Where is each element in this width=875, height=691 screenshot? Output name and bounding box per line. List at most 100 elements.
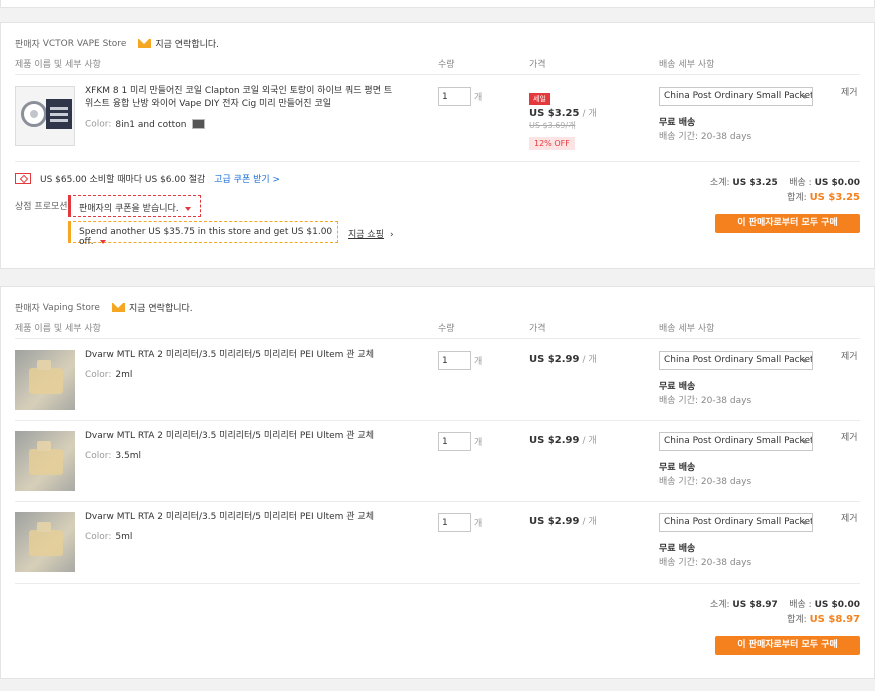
subtotal-row: 소계: US $3.25 배송 : US $0.00 xyxy=(709,178,860,188)
caret-down-icon xyxy=(99,239,106,244)
delivery-time: 배송 기간: 20-38 days xyxy=(659,396,752,406)
product-color: Color: 5ml xyxy=(85,532,133,542)
cart-item: Dvarw MTL RTA 2 미리리터/3.5 미리리터/5 미리리터 PEI… xyxy=(15,421,860,502)
caret-down-icon xyxy=(184,206,191,211)
unit-label: 개 xyxy=(474,357,483,367)
remove-button[interactable]: 제거 xyxy=(841,349,858,362)
chevron-down-icon xyxy=(802,440,808,444)
column-header: 제품 이름 및 세부 사항 수량 가격 배송 세부 사항 xyxy=(15,321,860,339)
previous-store-card xyxy=(0,0,875,8)
col-shipping: 배송 세부 사항 xyxy=(659,60,715,70)
coupon-ticket-icon xyxy=(15,173,31,184)
col-qty: 수량 xyxy=(438,324,455,334)
remove-button[interactable]: 제거 xyxy=(841,430,858,443)
delivery-time: 배송 기간: 20-38 days xyxy=(659,477,752,487)
seller-prefix: 판매자 xyxy=(15,304,40,314)
product-thumbnail[interactable] xyxy=(15,431,75,491)
spend-more-promo-dropdown[interactable]: Spend another US $35.75 in this store an… xyxy=(68,221,338,247)
cart-item: XFKM 8 1 미리 만들어진 코일 Clapton 코일 외국인 토랑이 하… xyxy=(15,76,860,162)
color-swatch-icon xyxy=(192,119,206,129)
product-color: Color: 3.5ml xyxy=(85,451,141,461)
color-value: 2ml xyxy=(115,370,133,380)
unit-price: US $3.25/ 개 xyxy=(529,108,597,119)
delivery-time: 배송 기간: 20-38 days xyxy=(659,558,752,568)
store-header: 판매자 VCTOR VAPE Store 지금 연락합니다. xyxy=(15,37,219,51)
col-qty: 수량 xyxy=(438,60,455,70)
unit-price: US $2.99/ 개 xyxy=(529,354,597,365)
free-shipping-label: 무료 배송 xyxy=(659,463,696,473)
coupon-row: US $65.00 소비할 때마다 US $6.00 절감 고급 쿠폰 받기 > xyxy=(15,172,280,185)
store-promo-label: 상점 프로모션: xyxy=(15,202,71,212)
remove-button[interactable]: 제거 xyxy=(841,85,858,98)
col-product: 제품 이름 및 세부 사항 xyxy=(15,324,101,334)
product-color: Color: 2ml xyxy=(85,370,133,380)
store-card-vaping: 판매자 Vaping Store 지금 연락합니다. 제품 이름 및 세부 사항… xyxy=(0,286,875,679)
color-label: Color: xyxy=(85,119,112,130)
shipping-method-select[interactable]: China Post Ordinary Small Packet xyxy=(659,432,813,451)
mail-icon[interactable] xyxy=(138,39,152,48)
original-price: US $3.69/개 xyxy=(529,121,576,130)
col-price: 가격 xyxy=(529,324,546,334)
chevron-right-icon: › xyxy=(389,230,394,240)
remove-button[interactable]: 제거 xyxy=(841,511,858,524)
total-value: US $8.97 xyxy=(809,614,860,625)
subtotal-value: US $8.97 xyxy=(732,600,778,610)
shop-now-link[interactable]: 지금 쇼핑 › xyxy=(348,227,394,240)
store-name-link[interactable]: Vaping Store xyxy=(43,303,100,313)
product-thumbnail[interactable] xyxy=(15,86,75,146)
shipping-cost-value: US $0.00 xyxy=(814,178,860,188)
contact-seller-link[interactable]: 지금 연락합니다. xyxy=(129,301,193,314)
column-header: 제품 이름 및 세부 사항 수량 가격 배송 세부 사항 xyxy=(15,57,860,75)
shipping-method-select[interactable]: China Post Ordinary Small Packet xyxy=(659,513,813,532)
get-coupon-link[interactable]: 고급 쿠폰 받기 > xyxy=(214,172,280,185)
store-header: 판매자 Vaping Store 지금 연락합니다. xyxy=(15,301,193,315)
color-value: 8in1 and cotton xyxy=(115,119,187,130)
col-shipping: 배송 세부 사항 xyxy=(659,324,715,334)
cart-item: Dvarw MTL RTA 2 미리리터/3.5 미리리터/5 미리리터 PEI… xyxy=(15,340,860,421)
store-card-vctor: 판매자 VCTOR VAPE Store 지금 연락합니다. 제품 이름 및 세… xyxy=(0,22,875,269)
seller-prefix: 판매자 xyxy=(15,40,40,50)
buy-all-from-seller-button[interactable]: 이 판매자로부터 모두 구매 xyxy=(715,214,860,233)
chevron-down-icon xyxy=(802,359,808,363)
product-color: Color: 8in1 and cotton xyxy=(85,119,206,130)
quantity-input[interactable] xyxy=(438,351,471,370)
product-name-link[interactable]: XFKM 8 1 미리 만들어진 코일 Clapton 코일 외국인 토랑이 하… xyxy=(85,85,395,111)
shipping-method-select[interactable]: China Post Ordinary Small Packet xyxy=(659,351,813,370)
unit-price: US $2.99/ 개 xyxy=(529,435,597,446)
color-value: 3.5ml xyxy=(115,451,141,461)
store-name-link[interactable]: VCTOR VAPE Store xyxy=(43,39,127,49)
contact-seller-link[interactable]: 지금 연락합니다. xyxy=(155,37,219,50)
unit-label: 개 xyxy=(474,438,483,448)
seller-coupon-dropdown[interactable]: 판매자의 쿠폰을 받습니다. xyxy=(68,195,201,217)
product-name-link[interactable]: Dvarw MTL RTA 2 미리리터/3.5 미리리터/5 미리리터 PEI… xyxy=(85,349,395,362)
quantity-input[interactable] xyxy=(438,432,471,451)
total-row: 합계: US $3.25 xyxy=(787,192,860,203)
shipping-cost-value: US $0.00 xyxy=(814,600,860,610)
col-product: 제품 이름 및 세부 사항 xyxy=(15,60,101,70)
product-thumbnail[interactable] xyxy=(15,512,75,572)
unit-price: US $2.99/ 개 xyxy=(529,516,597,527)
col-price: 가격 xyxy=(529,60,546,70)
shipping-method-select[interactable]: China Post Ordinary Small Packet xyxy=(659,87,813,106)
cart-item: Dvarw MTL RTA 2 미리리터/3.5 미리리터/5 미리리터 PEI… xyxy=(15,502,860,584)
mail-icon[interactable] xyxy=(111,303,125,312)
buy-all-from-seller-button[interactable]: 이 판매자로부터 모두 구매 xyxy=(715,636,860,655)
unit-label: 개 xyxy=(474,93,483,103)
total-value: US $3.25 xyxy=(809,192,860,203)
discount-badge: 12% OFF xyxy=(529,137,575,150)
chevron-down-icon xyxy=(802,95,808,99)
color-value: 5ml xyxy=(115,532,133,542)
quantity-input[interactable] xyxy=(438,87,471,106)
total-row: 합계: US $8.97 xyxy=(787,614,860,625)
subtotal-row: 소계: US $8.97 배송 : US $0.00 xyxy=(709,600,860,610)
unit-label: 개 xyxy=(474,519,483,529)
product-name-link[interactable]: Dvarw MTL RTA 2 미리리터/3.5 미리리터/5 미리리터 PEI… xyxy=(85,430,395,443)
quantity-input[interactable] xyxy=(438,513,471,532)
product-name-link[interactable]: Dvarw MTL RTA 2 미리리터/3.5 미리리터/5 미리리터 PEI… xyxy=(85,511,395,524)
free-shipping-label: 무료 배송 xyxy=(659,382,696,392)
delivery-time: 배송 기간: 20-38 days xyxy=(659,132,752,142)
product-thumbnail[interactable] xyxy=(15,350,75,410)
subtotal-value: US $3.25 xyxy=(732,178,778,188)
free-shipping-label: 무료 배송 xyxy=(659,118,696,128)
coupon-text: US $65.00 소비할 때마다 US $6.00 절감 xyxy=(40,175,206,185)
